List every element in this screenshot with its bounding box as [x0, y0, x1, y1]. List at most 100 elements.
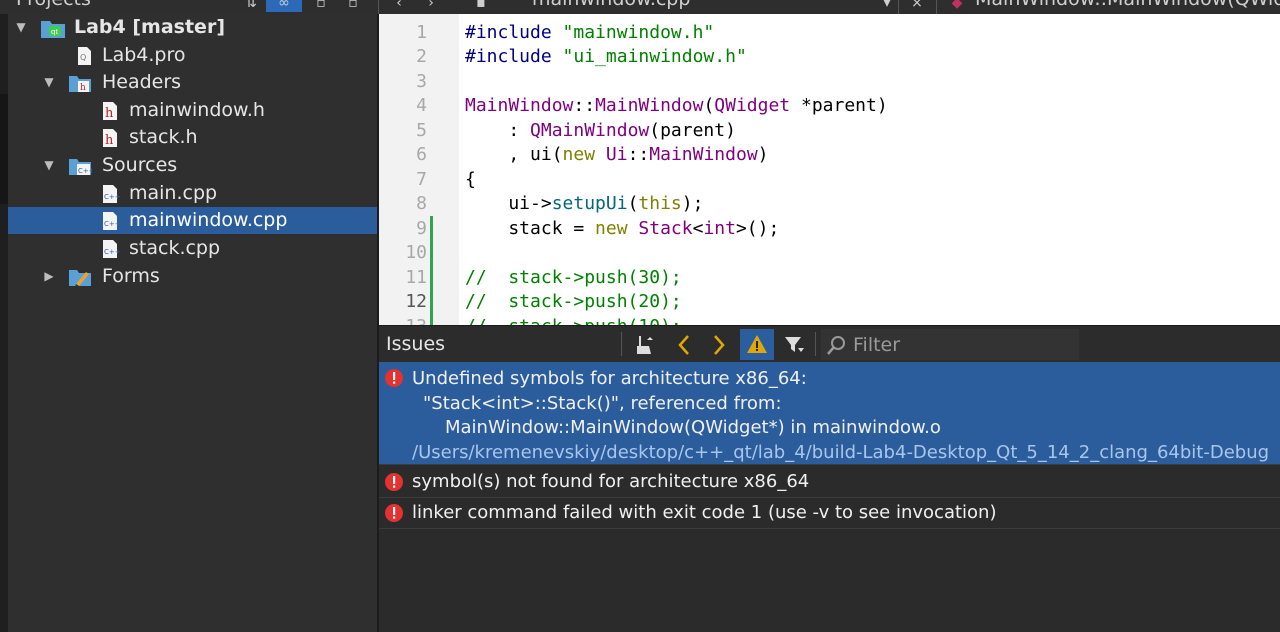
- sync-icon[interactable]: ⇅: [240, 0, 262, 12]
- close-file-icon[interactable]: ×: [906, 0, 928, 12]
- issues-title: Issues: [386, 333, 446, 355]
- code-editor[interactable]: #include "mainwindow.h" #include "ui_mai…: [459, 14, 1280, 325]
- filter-icon[interactable]: [777, 329, 811, 360]
- header-file-icon: h: [103, 102, 117, 121]
- tree-item-label: Lab4.pro: [102, 44, 186, 66]
- code-line: #include "mainwindow.h": [465, 22, 714, 43]
- line-number: 11: [405, 267, 427, 288]
- filter-input[interactable]: [851, 331, 1075, 359]
- issue-item[interactable]: linker command failed with exit code 1 (…: [379, 498, 1280, 529]
- svg-text:Q: Q: [80, 53, 86, 62]
- search-icon: [827, 336, 845, 355]
- issue-message: linker command failed with exit code 1 (…: [412, 502, 997, 523]
- code-line: , ui(new Ui::MainWindow): [465, 144, 769, 165]
- tree-item-main-cpp[interactable]: C++ main.cpp: [8, 180, 377, 207]
- tree-item-label: Sources: [102, 154, 178, 176]
- collapsed-arrow-icon[interactable]: ▶: [42, 263, 56, 290]
- line-number: 8: [416, 193, 427, 214]
- line-number: 1: [416, 22, 427, 43]
- clean-icon[interactable]: [629, 329, 663, 360]
- pro-file-icon: Q: [78, 47, 91, 65]
- tree-item-forms[interactable]: ▶ Forms: [8, 263, 377, 290]
- line-number: 5: [416, 120, 427, 141]
- issue-detail: "Stack<int>::Stack()", referenced from:: [423, 393, 782, 414]
- function-selector[interactable]: MainWindow::MainWindow(QWidget: [975, 0, 1280, 10]
- link-icon[interactable]: ∞: [266, 0, 302, 12]
- code-token: , ui(new Ui::MainWindow): [465, 144, 769, 165]
- header-file-icon: h: [103, 129, 117, 148]
- code-comment-line: // stack->push(30);: [465, 267, 682, 288]
- file-dropdown-icon[interactable]: ▾: [876, 0, 898, 12]
- code-line: MainWindow::MainWindow(QWidget *parent): [465, 95, 888, 116]
- change-marker: [430, 216, 433, 325]
- expanded-arrow-icon[interactable]: ▼: [14, 14, 28, 41]
- issue-item[interactable]: Undefined symbols for architecture x86_6…: [379, 362, 1280, 465]
- warning-icon: [747, 335, 767, 353]
- line-number: 9: [416, 218, 427, 239]
- open-file-name[interactable]: mainwindow.cpp: [532, 0, 690, 10]
- line-number-gutter: 1 2 3 4 5 6 7 8 9 10 11 12 13: [379, 14, 459, 337]
- cpp-file-icon: C++: [103, 212, 120, 230]
- tree-item-sources[interactable]: ▼ C++ Sources: [8, 152, 377, 179]
- tree-item-mainwindow-cpp[interactable]: C++ mainwindow.cpp: [8, 207, 377, 234]
- back-icon[interactable]: ‹: [388, 0, 410, 12]
- code-comment-line: // stack->push(10);: [465, 316, 682, 325]
- show-warnings-toggle[interactable]: [740, 329, 774, 360]
- next-issue-icon[interactable]: [702, 329, 736, 360]
- code-comment-line: // stack->push(20);: [465, 291, 682, 312]
- issue-message: symbol(s) not found for architecture x86…: [412, 471, 810, 492]
- code-line: ui->setupUi(this);: [465, 193, 703, 214]
- tree-item-label: Headers: [102, 71, 182, 93]
- line-number: 10: [405, 242, 427, 263]
- line-number: 2: [416, 46, 427, 67]
- code-token: : QMainWindow(parent): [465, 120, 736, 141]
- error-icon: [385, 369, 403, 387]
- svg-text:C++: C++: [104, 220, 120, 228]
- cpp-file-icon: C++: [103, 185, 120, 203]
- tree-item-headers[interactable]: ▼ h Headers: [8, 69, 377, 96]
- code-line: {: [465, 169, 476, 190]
- current-line-number: 12: [405, 291, 427, 312]
- function-icon: ◆: [951, 0, 963, 11]
- previous-issue-icon[interactable]: [667, 329, 701, 360]
- code-token: #include "ui_mainwindow.h": [465, 46, 747, 67]
- forward-icon[interactable]: ›: [420, 0, 442, 12]
- tree-item-lab4-pro[interactable]: Q Lab4.pro: [8, 42, 377, 69]
- issue-message: Undefined symbols for architecture x86_6…: [412, 368, 807, 389]
- tree-item-label: mainwindow.cpp: [129, 209, 288, 231]
- tree-item-label: main.cpp: [129, 182, 218, 204]
- tree-item-stack-h[interactable]: h stack.h: [8, 124, 377, 151]
- tree-item-mainwindow-h[interactable]: h mainwindow.h: [8, 97, 377, 124]
- code-token: #include "mainwindow.h": [465, 22, 715, 43]
- error-icon: [385, 473, 403, 491]
- issue-item[interactable]: symbol(s) not found for architecture x86…: [379, 467, 1280, 498]
- line-number: 6: [416, 144, 427, 165]
- cpp-file-icon: C++: [103, 240, 120, 258]
- projects-label: Projects: [16, 0, 91, 10]
- expanded-arrow-icon[interactable]: ▼: [42, 69, 56, 96]
- code-line: stack = new Stack<int>();: [465, 218, 779, 239]
- tree-item-label: mainwindow.h: [129, 99, 265, 121]
- tree-root-lab4[interactable]: ▼ qt Lab4 [master]: [8, 14, 377, 41]
- line-number: 3: [416, 71, 427, 92]
- tree-item-label: Forms: [102, 265, 160, 287]
- svg-text:h: h: [105, 133, 114, 148]
- code-token: MainWindow::MainWindow(QWidget *parent): [465, 95, 888, 116]
- svg-text:C++: C++: [78, 167, 92, 175]
- issue-file-path[interactable]: /Users/kremenevskiy/desktop/c++_qt/lab_4…: [412, 440, 1269, 465]
- top-toolbar: Projects ⇅ ∞ ▫ ▫ ‹ › ▪ mainwindow.cpp ▾ …: [0, 0, 1280, 15]
- forms-folder-icon: [69, 270, 91, 287]
- issues-filter[interactable]: [821, 329, 1079, 360]
- file-icon: ▪: [476, 0, 486, 11]
- issues-toolbar: Issues: [379, 325, 1280, 363]
- tree-item-stack-cpp[interactable]: C++ stack.cpp: [8, 235, 377, 262]
- mode-sidebar-edge: [0, 14, 8, 632]
- expanded-arrow-icon[interactable]: ▼: [42, 152, 56, 179]
- qt-project-icon: qt: [41, 21, 65, 38]
- split-icon[interactable]: ▫: [310, 0, 332, 12]
- svg-text:h: h: [105, 106, 114, 121]
- sources-folder-icon: C++: [69, 159, 92, 175]
- tree-item-label: stack.cpp: [129, 237, 221, 259]
- project-name: Lab4 [master]: [74, 16, 225, 38]
- close-panel-icon[interactable]: ▫: [342, 0, 364, 12]
